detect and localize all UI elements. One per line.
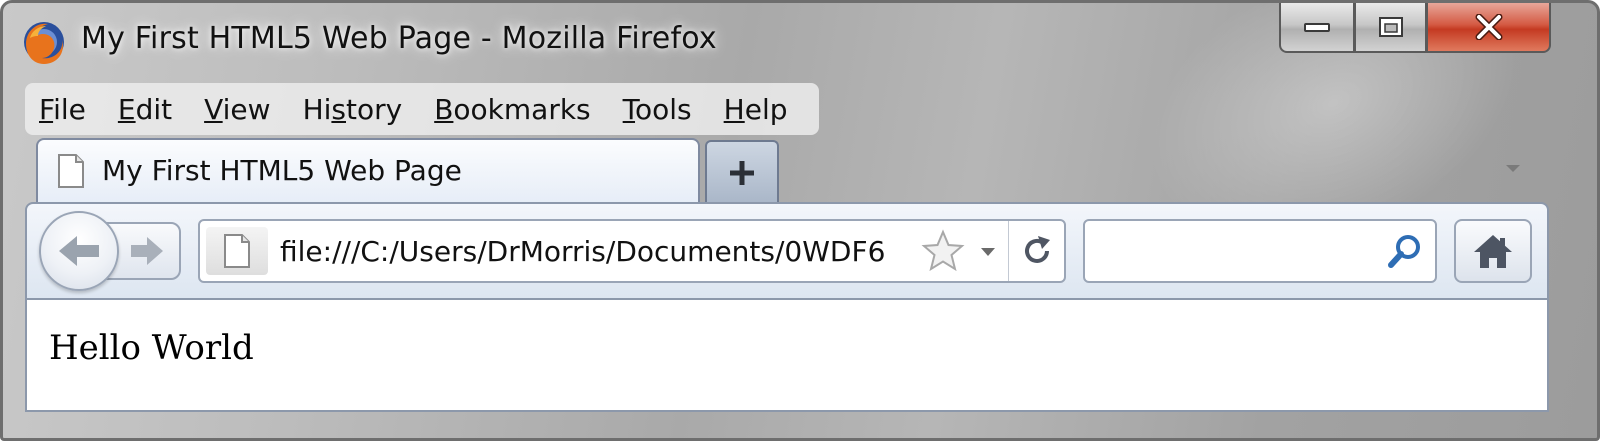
close-button[interactable] [1427,3,1551,53]
menu-file[interactable]: File [39,93,86,126]
home-button[interactable] [1454,219,1532,283]
url-text[interactable]: file:///C:/Users/DrMorris/Documents/0WDF… [280,235,908,271]
caption-buttons [1279,3,1551,55]
new-tab-button[interactable] [705,140,779,204]
tab-label: My First HTML5 Web Page [102,154,462,187]
menu-bar: File Edit View History Bookmarks Tools H… [25,83,819,135]
reload-icon [1024,236,1050,263]
close-icon [1475,14,1502,40]
chevron-down-icon[interactable] [1505,163,1521,173]
window-title: My First HTML5 Web Page - Mozilla Firefo… [81,21,717,56]
minimize-button[interactable] [1279,3,1355,53]
back-arrow-icon [59,236,99,266]
url-bar[interactable]: file:///C:/Users/DrMorris/Documents/0WDF… [198,219,1066,283]
minimize-icon [1304,23,1330,32]
reload-button[interactable] [1008,221,1064,281]
search-input[interactable] [1093,231,1383,271]
maximize-icon [1378,17,1403,37]
menu-help[interactable]: Help [724,93,788,126]
firefox-logo-icon[interactable] [22,20,66,64]
search-bar[interactable] [1083,219,1437,283]
title-bar[interactable]: My First HTML5 Web Page - Mozilla Firefo… [3,3,1597,81]
chevron-down-icon[interactable] [980,247,996,257]
tab-active[interactable]: My First HTML5 Web Page [36,138,700,204]
maximize-button[interactable] [1355,3,1427,53]
page-icon [58,154,84,188]
plus-icon [730,161,754,185]
menu-history[interactable]: History [303,93,403,126]
search-icon[interactable] [1387,233,1423,269]
site-identity-button[interactable] [206,227,268,275]
menu-tools[interactable]: Tools [623,93,692,126]
browser-window: My First HTML5 Web Page - Mozilla Firefo… [0,0,1600,441]
forward-arrow-icon[interactable] [129,235,165,267]
menu-edit[interactable]: Edit [118,93,172,126]
menu-view[interactable]: View [204,93,270,126]
home-icon [1474,235,1512,268]
star-icon[interactable] [920,229,966,273]
page-icon [224,234,250,268]
back-button[interactable] [39,211,119,291]
menu-bookmarks[interactable]: Bookmarks [434,93,590,126]
page-content: Hello World [25,300,1549,412]
page-body-text: Hello World [49,328,254,368]
